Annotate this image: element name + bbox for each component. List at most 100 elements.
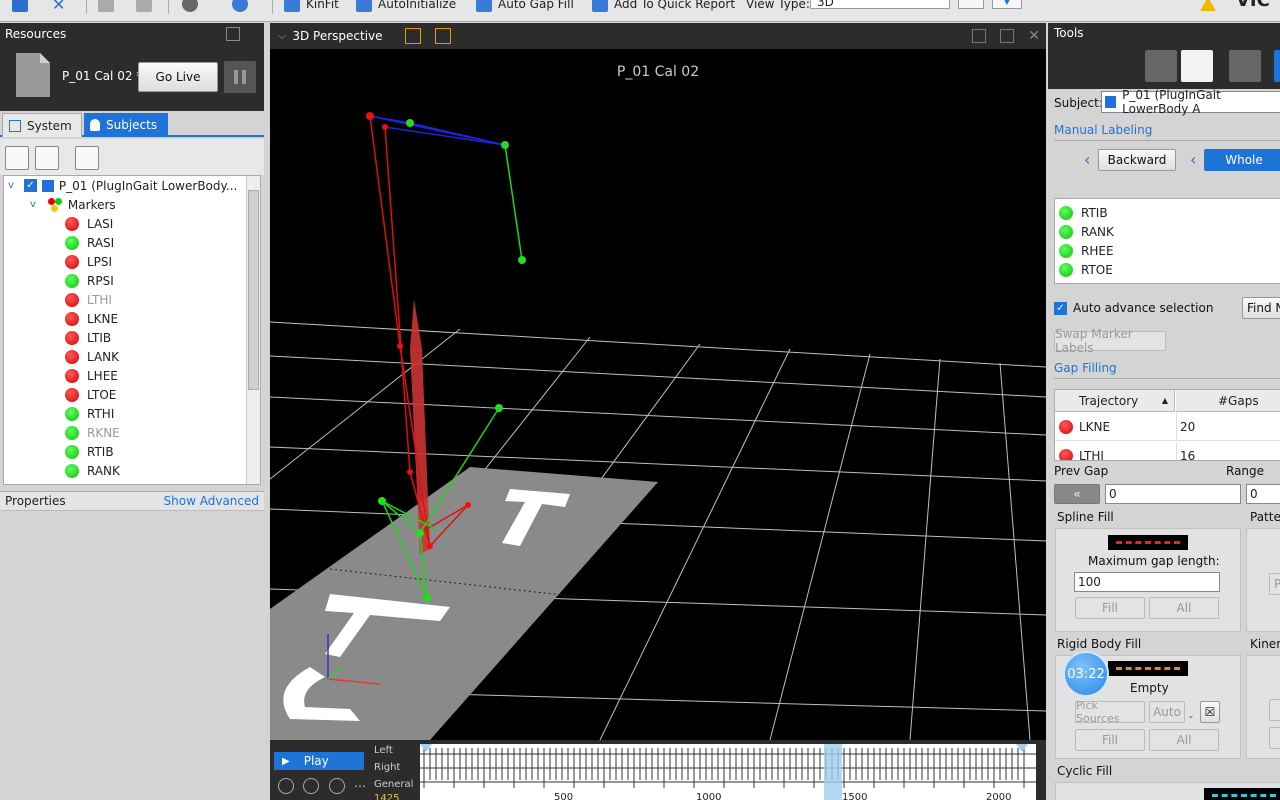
marker-row-rasi[interactable]: RASI	[65, 233, 114, 252]
marker-row-rank[interactable]: RANK	[65, 461, 120, 480]
capture-icon[interactable]	[232, 0, 254, 14]
tree-subject-row[interactable]: v ✓ P_01 (PlugInGait LowerBody...	[8, 176, 237, 195]
power-icon[interactable]	[303, 778, 319, 794]
tree-scrollbar[interactable]	[246, 176, 260, 484]
spline-fill-all-button[interactable]: All	[1149, 597, 1219, 619]
warning-icon[interactable]	[1200, 0, 1216, 14]
view-save-button[interactable]	[958, 0, 984, 9]
chevron-down-icon[interactable]: v	[30, 199, 36, 210]
tab-subjects[interactable]: Subjects	[84, 113, 168, 137]
tree-markers-row[interactable]: v Markers	[30, 195, 116, 214]
backward-button[interactable]: Backward	[1098, 149, 1176, 171]
prev-gap-input[interactable]: 0	[1105, 484, 1241, 504]
chevron-down-icon[interactable]: ⌄	[1187, 711, 1195, 721]
auto-gap-fill-button[interactable]: Auto Gap Fill	[476, 0, 574, 14]
view-type-select[interactable]: 3D	[810, 0, 950, 9]
active-tool-icon[interactable]	[1274, 50, 1280, 82]
kinfit-button[interactable]: KinFit	[284, 0, 339, 14]
refresh-icon[interactable]	[329, 778, 345, 794]
kinematic-fill-button[interactable]	[1269, 699, 1280, 721]
pin-icon[interactable]	[226, 27, 240, 41]
resource-file-name[interactable]: P_01 Cal 02 *	[62, 69, 142, 83]
kinematic-fill-all-button[interactable]	[1269, 727, 1280, 749]
camera-icon[interactable]	[182, 0, 204, 14]
col-trajectory-header[interactable]: Trajectory ▲	[1055, 390, 1175, 412]
gap-table: Trajectory ▲ #Gaps LKNE 20 LTHI 16	[1054, 389, 1280, 461]
auto-advance-checkbox[interactable]: ✓	[1054, 302, 1067, 315]
gap-row[interactable]: LKNE 20	[1055, 413, 1280, 441]
marker-row-rkne[interactable]: RKNE	[65, 423, 120, 442]
add-quick-report-button[interactable]: Add To Quick Report	[592, 0, 735, 14]
marker-row-lthi[interactable]: LTHI	[65, 290, 112, 309]
col-gaps-header[interactable]: #Gaps	[1176, 390, 1280, 412]
chevron-down-icon[interactable]: ⌵	[278, 29, 286, 43]
range-input[interactable]: 0	[1246, 484, 1280, 504]
label-marker-rtoe[interactable]: RTOE	[1059, 260, 1113, 279]
person-tool-icon[interactable]	[1181, 50, 1213, 82]
marker-row-lank[interactable]: LANK	[65, 347, 119, 366]
find-button[interactable]: Find N	[1242, 297, 1280, 319]
auto-button[interactable]: Auto	[1149, 701, 1185, 723]
clapper-tool-icon[interactable]	[1229, 50, 1261, 82]
chevron-left-icon[interactable]: ‹	[1084, 150, 1090, 169]
pause-button[interactable]	[224, 61, 256, 93]
tree-scroll-thumb[interactable]	[248, 190, 259, 390]
view-dropdown-button[interactable]: ▼	[992, 0, 1022, 9]
camera-follow-icon[interactable]	[434, 28, 451, 44]
labeling-tool-icon[interactable]	[1145, 50, 1177, 82]
whole-button[interactable]: Whole	[1204, 149, 1280, 171]
tools-panel: Tools Subject: P_01 (PlugInGait LowerBod…	[1048, 23, 1280, 800]
label-marker-rhee[interactable]: RHEE	[1059, 241, 1114, 260]
prev-gap-button[interactable]: «	[1054, 484, 1100, 504]
marker-row-rpsi[interactable]: RPSI	[65, 271, 114, 290]
label-marker-rtib[interactable]: RTIB	[1059, 203, 1108, 222]
undo-icon[interactable]	[98, 0, 120, 14]
subject-template-button[interactable]	[35, 146, 59, 170]
split-horizontal-icon[interactable]	[972, 29, 987, 43]
manual-labeling-link[interactable]: Manual Labeling	[1054, 123, 1152, 137]
view-pane-title[interactable]: 3D Perspective	[292, 29, 382, 43]
marker-row-lasi[interactable]: LASI	[65, 214, 113, 233]
checkbox-icon[interactable]: ✓	[23, 179, 37, 192]
save-icon[interactable]	[12, 0, 34, 14]
camera-focus-icon[interactable]	[404, 28, 421, 44]
clear-sources-button[interactable]: ☒	[1200, 701, 1220, 723]
chevron-down-icon[interactable]: v	[8, 180, 14, 191]
spline-fill-button[interactable]: Fill	[1075, 597, 1145, 619]
more-options-icon[interactable]: …	[354, 776, 366, 790]
playhead-range[interactable]	[824, 744, 842, 800]
marker-row-lkne[interactable]: LKNE	[65, 309, 118, 328]
rigid-fill-all-button[interactable]: All	[1149, 729, 1219, 751]
3d-viewport[interactable]: P_01 Cal 02	[270, 49, 1046, 740]
pattern-fill-button[interactable]: P	[1269, 573, 1280, 595]
close-x-icon[interactable]: ✕	[52, 0, 65, 14]
loop-icon[interactable]	[278, 778, 294, 794]
label-marker-rank[interactable]: RANK	[1059, 222, 1114, 241]
gap-filling-link[interactable]: Gap Filling	[1054, 361, 1117, 375]
go-live-button[interactable]: Go Live	[138, 62, 218, 92]
close-icon[interactable]: ✕	[1028, 28, 1040, 44]
autoinitialize-button[interactable]: AutoInitialize	[356, 0, 456, 14]
marker-row-lhee[interactable]: LHEE	[65, 366, 118, 385]
max-gap-input[interactable]: 100	[1074, 572, 1220, 592]
marker-row-rtib[interactable]: RTIB	[65, 442, 114, 461]
new-subject-button[interactable]	[5, 146, 29, 170]
swap-marker-labels-button[interactable]: Swap Marker Labels	[1054, 327, 1166, 355]
timeline-ruler[interactable]: 500 1000 1500 2000	[420, 744, 1036, 800]
pick-sources-button[interactable]: Pick Sources	[1075, 699, 1145, 725]
chevron-left-icon[interactable]: ‹	[1190, 150, 1196, 169]
play-button[interactable]: ▶ Play	[274, 752, 364, 770]
tab-system[interactable]: System	[2, 113, 82, 137]
split-vertical-icon[interactable]	[1000, 29, 1015, 43]
gap-row[interactable]: LTHI 16	[1055, 442, 1280, 460]
marker-row-rthi[interactable]: RTHI	[65, 404, 114, 423]
subject-select[interactable]: P_01 (PlugInGait LowerBody A	[1101, 88, 1280, 116]
redo-icon[interactable]	[136, 0, 158, 14]
timer-badge[interactable]: 03:22	[1063, 651, 1109, 697]
show-advanced-link[interactable]: Show Advanced	[164, 494, 259, 508]
rigid-fill-button[interactable]: Fill	[1075, 729, 1145, 751]
marker-row-lpsi[interactable]: LPSI	[65, 252, 112, 271]
open-subject-button[interactable]	[75, 146, 99, 170]
marker-row-ltoe[interactable]: LTOE	[65, 385, 116, 404]
marker-row-ltib[interactable]: LTIB	[65, 328, 111, 347]
